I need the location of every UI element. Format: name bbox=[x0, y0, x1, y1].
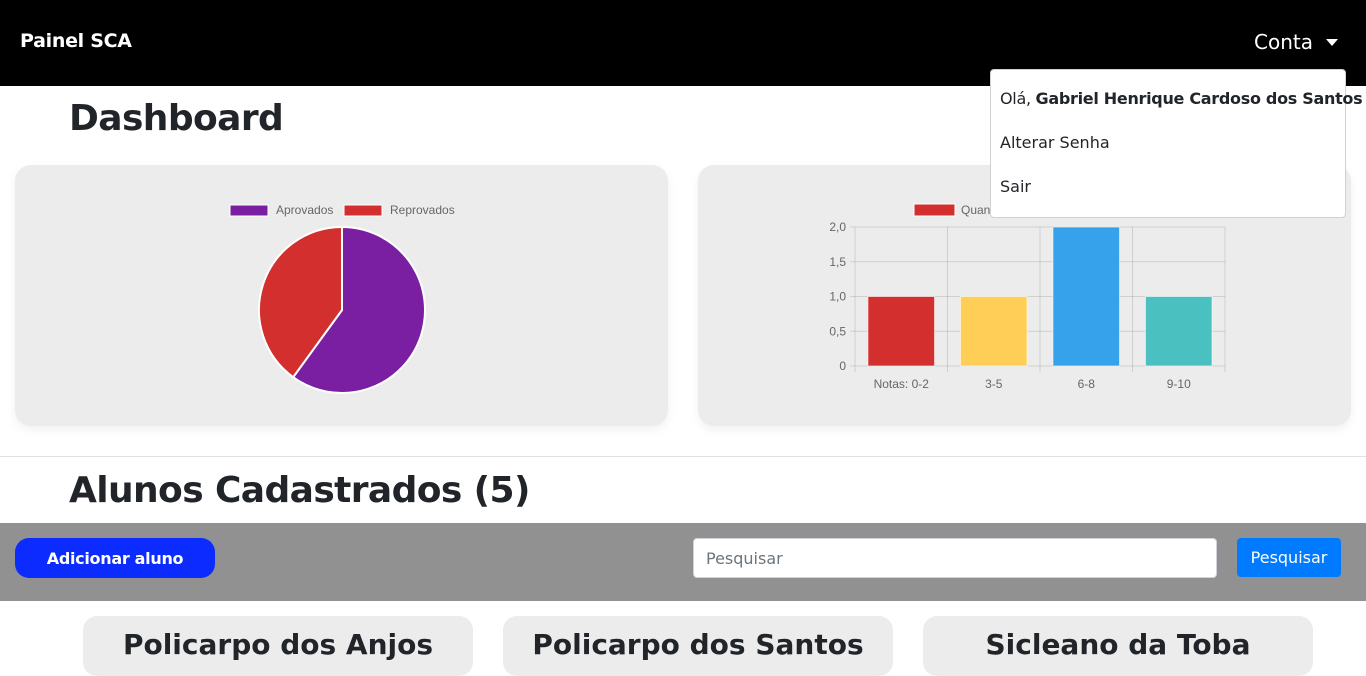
greeting-text: Olá, Gabriel Henrique Cardoso dos Santos bbox=[1000, 89, 1363, 108]
bar bbox=[867, 296, 936, 367]
student-name: Policarpo dos Santos bbox=[532, 628, 864, 661]
student-name: Sicleano da Toba bbox=[985, 628, 1251, 661]
pie-chart-card: Aprovados Reprovados bbox=[15, 165, 668, 426]
x-tick-label: 6-8 bbox=[1078, 377, 1096, 391]
search-button[interactable]: Pesquisar bbox=[1237, 538, 1341, 577]
legend-swatch bbox=[229, 204, 269, 217]
x-tick-label: Notas: 0-2 bbox=[874, 377, 930, 391]
student-name: Policarpo dos Anjos bbox=[122, 628, 434, 661]
legend-label: Aprovados bbox=[276, 203, 333, 217]
legend-label: Reprovados bbox=[390, 203, 455, 217]
legend-swatch bbox=[343, 204, 383, 217]
x-tick-label: 3-5 bbox=[985, 377, 1003, 391]
student-card[interactable]: Policarpo dos Santos bbox=[503, 616, 893, 676]
y-tick-label: 1,0 bbox=[829, 290, 846, 304]
logout-link[interactable]: Sair bbox=[1000, 177, 1031, 196]
legend-swatch bbox=[913, 203, 956, 217]
pie-chart: Aprovados Reprovados bbox=[229, 203, 455, 394]
x-tick-label: 9-10 bbox=[1167, 377, 1191, 391]
brand-logo[interactable]: Painel SCA bbox=[20, 30, 132, 52]
add-student-button[interactable]: Adicionar aluno bbox=[15, 538, 215, 578]
account-menu-toggle[interactable]: Conta bbox=[1254, 30, 1313, 54]
student-card[interactable]: Policarpo dos Anjos bbox=[83, 616, 473, 676]
greeting-prefix: Olá, bbox=[1000, 89, 1036, 108]
search-input[interactable] bbox=[693, 538, 1217, 578]
account-dropdown-menu: Olá, Gabriel Henrique Cardoso dos Santos… bbox=[990, 69, 1363, 218]
y-tick-label: 0 bbox=[839, 359, 846, 373]
bar bbox=[959, 296, 1028, 367]
students-toolbar: Adicionar aluno Pesquisar bbox=[0, 523, 1366, 601]
bar bbox=[1144, 296, 1213, 367]
y-tick-label: 1,5 bbox=[829, 255, 846, 269]
bar bbox=[1052, 226, 1121, 367]
y-tick-label: 2,0 bbox=[829, 220, 846, 234]
section-divider bbox=[0, 456, 1366, 457]
dashboard-title: Dashboard bbox=[69, 98, 284, 139]
y-tick-label: 0,5 bbox=[829, 324, 846, 338]
user-name: Gabriel Henrique Cardoso dos Santos bbox=[1035, 89, 1363, 108]
legend-label: Quan bbox=[961, 203, 990, 217]
chevron-down-icon[interactable] bbox=[1326, 39, 1338, 46]
students-title: Alunos Cadastrados (5) bbox=[69, 470, 530, 511]
student-card[interactable]: Sicleano da Toba bbox=[923, 616, 1313, 676]
change-password-link[interactable]: Alterar Senha bbox=[1000, 133, 1110, 152]
